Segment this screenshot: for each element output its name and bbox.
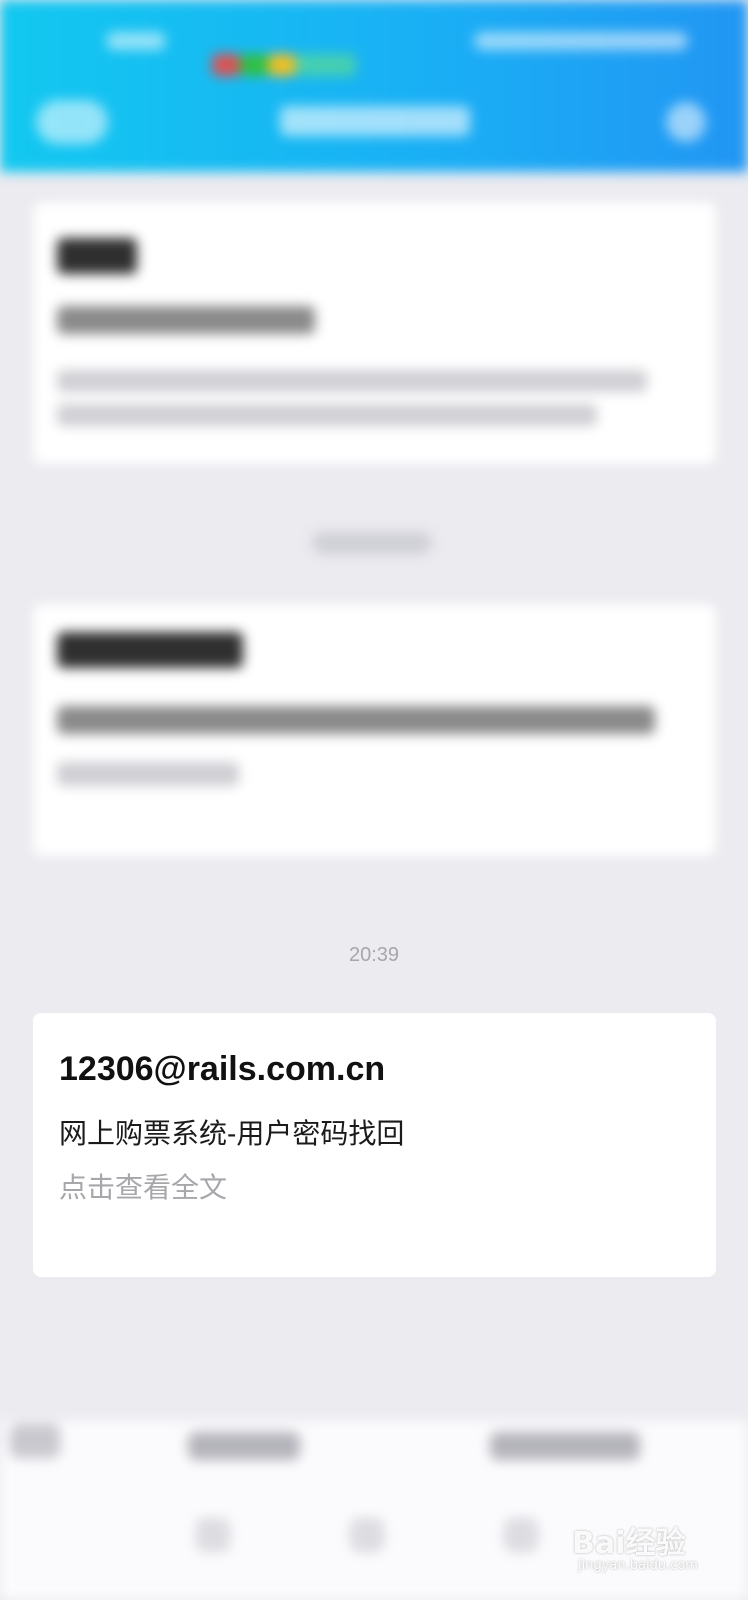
status-icon-teal [296, 54, 356, 76]
read-full-text-link[interactable]: 点击查看全文 [59, 1171, 690, 1205]
nav-title [280, 106, 470, 136]
more-icon[interactable] [666, 102, 706, 142]
status-left-block [106, 32, 166, 50]
status-icon-red [212, 54, 240, 76]
menu-item-2[interactable] [490, 1432, 640, 1460]
blurred-subject [57, 306, 315, 334]
menu-item-1[interactable] [188, 1432, 300, 1460]
mail-message-card[interactable]: 12306@rails.com.cn 网上购票系统-用户密码找回 点击查看全文 [33, 1013, 716, 1277]
status-icon-yellow [268, 54, 296, 76]
blurred-timestamp [312, 532, 432, 554]
message-card-blurred-2[interactable] [33, 604, 716, 856]
status-icon-green [240, 54, 268, 76]
back-icon[interactable] [36, 100, 108, 144]
blurred-body-line-2 [57, 404, 597, 426]
blurred-title [57, 238, 137, 274]
bottom-nav-icon-3[interactable] [504, 1518, 538, 1552]
sender-address: 12306@rails.com.cn [59, 1050, 386, 1088]
blurred-subject [57, 706, 655, 734]
baidu-jingyan-watermark: Bai经验 jingyan.baidu.com [572, 1512, 740, 1584]
mail-subject: 网上购票系统-用户密码找回 [59, 1118, 405, 1149]
blurred-read-more [57, 762, 239, 786]
nav-bar [0, 92, 748, 152]
blurred-title [57, 632, 243, 668]
timestamp: 20:39 [348, 944, 400, 966]
status-bar [0, 22, 748, 76]
blurred-body-line-1 [57, 370, 647, 392]
watermark-domain: jingyan.baidu.com [578, 1558, 698, 1573]
app-header [0, 0, 748, 172]
bottom-nav-icon-1[interactable] [196, 1518, 230, 1552]
watermark-brand: Bai经验 [572, 1526, 686, 1561]
status-right-block [474, 32, 688, 50]
keyboard-icon[interactable] [10, 1424, 60, 1458]
message-card-blurred-1[interactable] [33, 202, 716, 464]
bottom-nav-icon-2[interactable] [350, 1518, 384, 1552]
